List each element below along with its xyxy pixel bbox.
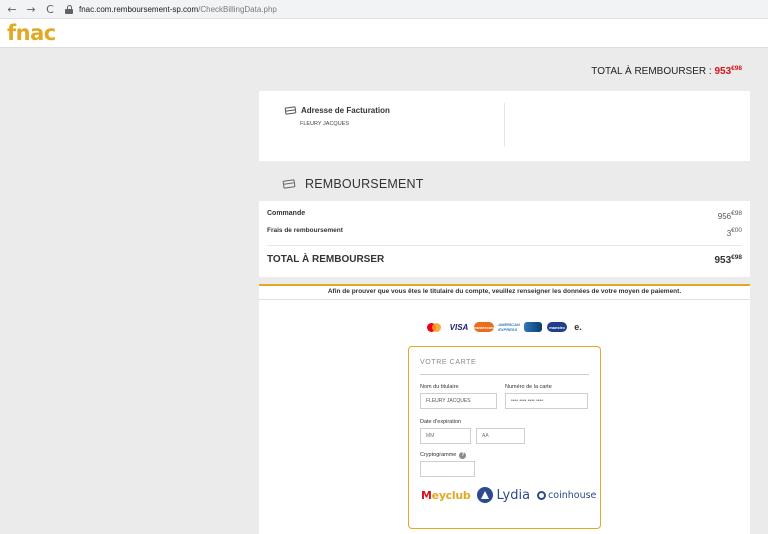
address-bar[interactable]: fnac.com.remboursement-sp.com/CheckBilli… (65, 4, 277, 14)
lydia-logo: Lydia (477, 487, 530, 503)
maestro-logo: maestro (547, 322, 567, 332)
lydia-icon (477, 487, 494, 503)
row-label: Commande (267, 210, 306, 217)
row-amount: 956€98 (717, 210, 742, 221)
expiry-year-input[interactable] (476, 428, 525, 444)
coinhouse-logo: coinhouse (537, 490, 596, 501)
total-to-refund-header: TOTAL À REMBOURSER : 953€98 (591, 65, 742, 77)
summary-row-order: Commande 956€98 (267, 210, 742, 221)
total-amount: 953€98 (714, 65, 742, 77)
amex-logo: AMERICAN EXPRESS (498, 322, 520, 332)
back-arrow-icon[interactable]: ← (5, 2, 19, 16)
browser-toolbar: ← → C fnac.com.remboursement-sp.com/Chec… (0, 0, 768, 19)
partner-logos: Meyclub Lydia coinhouse (421, 487, 596, 503)
cvv-label: Cryptogramme? (420, 452, 467, 459)
credit-card-icon (282, 179, 296, 189)
expiry-label: Date d'expiration (420, 419, 462, 425)
accepted-cards-logos: VISA mastercard AMERICAN EXPRESS maestro… (424, 322, 584, 332)
cvv-input[interactable] (420, 461, 475, 477)
billing-title: Adresse de Facturation (284, 106, 390, 115)
holder-label: Nom du titulaire (420, 384, 459, 390)
billing-title-text: Adresse de Facturation (301, 106, 390, 115)
row-amount: 3€00 (726, 227, 742, 238)
refund-heading: REMBOURSEMENT (282, 177, 424, 191)
divider (420, 374, 589, 375)
card-number-input[interactable] (505, 393, 588, 409)
visa-logo: VISA (449, 322, 469, 332)
cb-logo (524, 322, 542, 332)
reload-icon[interactable]: C (43, 2, 57, 16)
e-card-logo: e. (574, 322, 582, 332)
url-host: fnac.com.remboursement-sp.com (79, 4, 199, 14)
help-icon[interactable]: ? (459, 452, 467, 459)
divider (504, 103, 505, 147)
card-form: VOTRE CARTE Nom du titulaire Numéro de l… (408, 346, 601, 529)
total-label: TOTAL À REMBOURSER : (591, 66, 715, 77)
card-number-label: Numéro de la carte (505, 384, 552, 390)
refund-heading-text: REMBOURSEMENT (305, 177, 424, 191)
mastercard-logo: mastercard (473, 322, 495, 332)
divider (267, 245, 742, 246)
summary-row-fees: Frais de remboursement 3€00 (267, 227, 742, 238)
total-amount: 953€98 (714, 254, 742, 266)
billing-address-card: Adresse de Facturation FLEURY JACQUES (259, 91, 750, 161)
coinhouse-icon (537, 490, 547, 500)
card-form-title: VOTRE CARTE (420, 359, 477, 366)
lock-icon (65, 4, 73, 14)
payment-section: Afin de prouver que vous êtes le titulai… (259, 284, 750, 534)
mastercard-small-logo (424, 322, 444, 332)
meyclub-logo: Meyclub (421, 488, 471, 502)
url-path: /CheckBillingData.php (198, 4, 277, 14)
credit-card-icon (284, 106, 297, 115)
refund-summary: Commande 956€98 Frais de remboursement 3… (259, 201, 750, 277)
expiry-month-input[interactable] (420, 428, 471, 444)
forward-arrow-icon[interactable]: → (24, 2, 38, 16)
total-label: TOTAL À REMBOURSER (267, 254, 385, 265)
divider (259, 299, 750, 300)
row-label: Frais de remboursement (267, 227, 343, 234)
holder-name-input[interactable] (420, 393, 497, 409)
summary-row-total: TOTAL À REMBOURSER 953€98 (267, 254, 742, 266)
fnac-logo[interactable]: fnac (7, 21, 56, 45)
site-header: fnac (0, 19, 768, 48)
billing-name: FLEURY JACQUES (300, 121, 350, 127)
verification-notice: Afin de prouver que vous êtes le titulai… (327, 288, 682, 295)
